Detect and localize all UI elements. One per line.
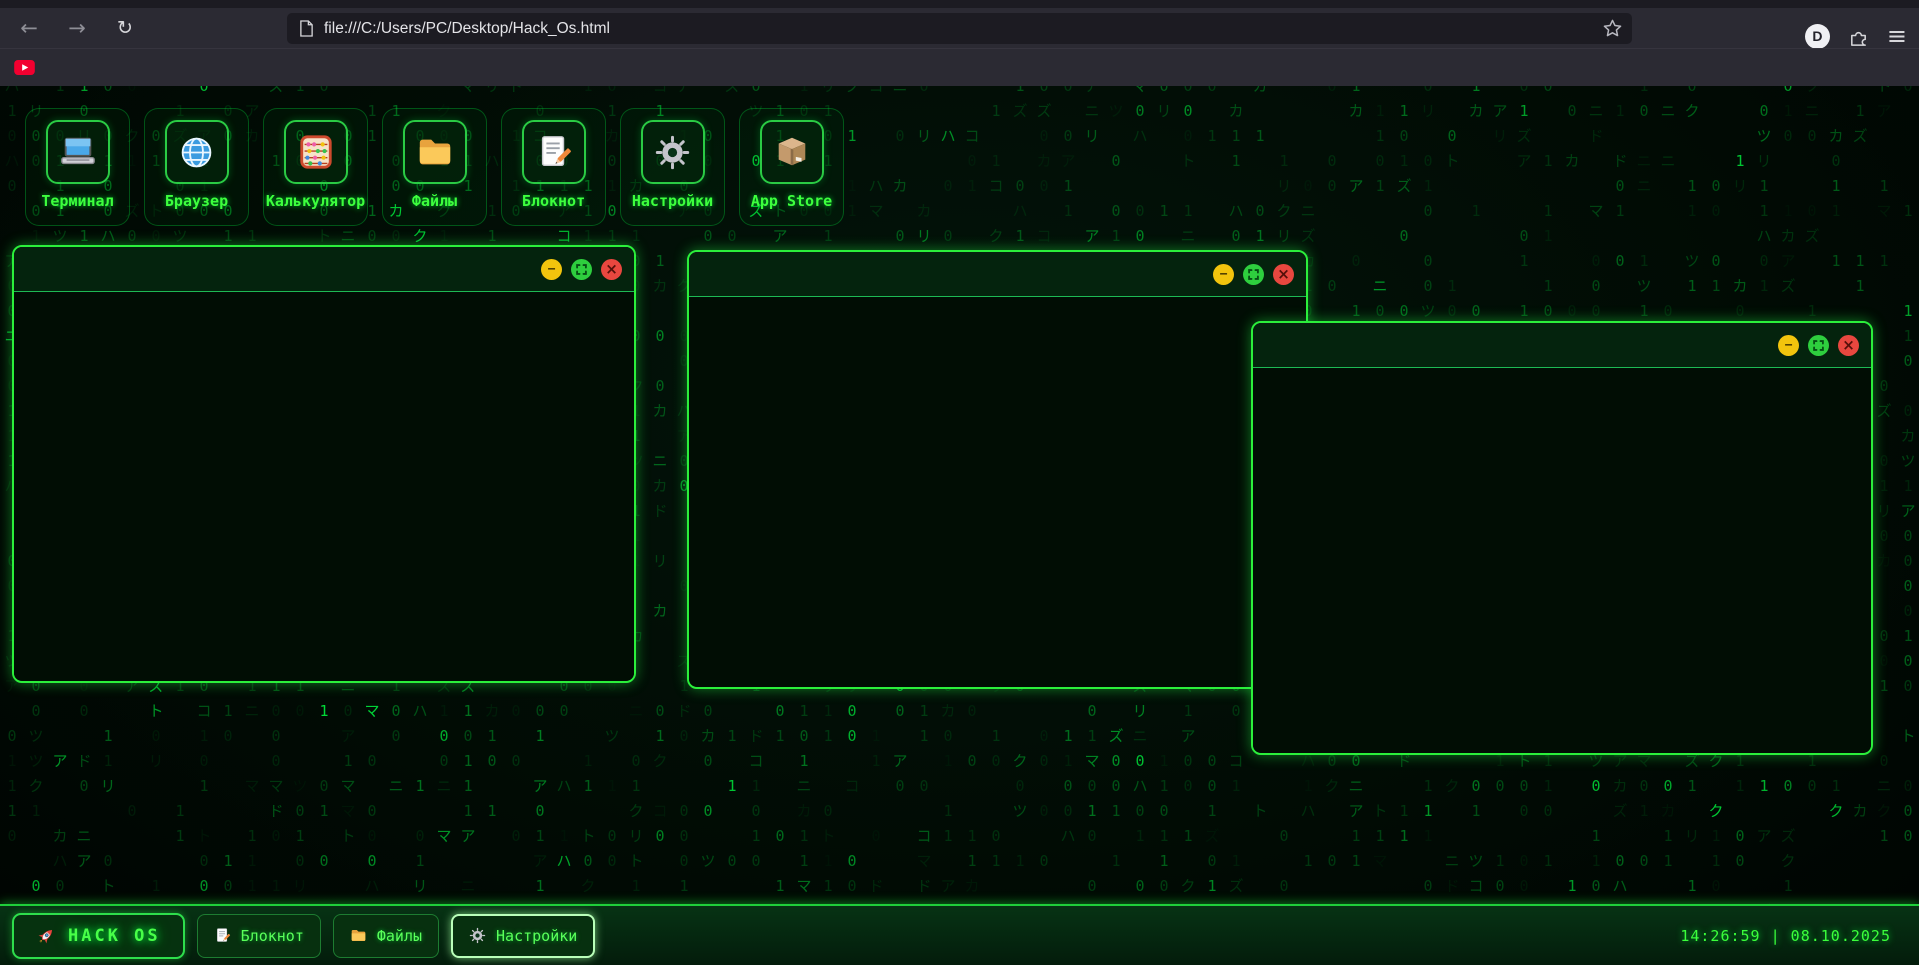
hack-os-desktop: ハ10ハ0 ア00ニ00111ハ 00 1ツア 01110 カ リ00 0111… [0, 86, 1919, 965]
memo-icon [522, 120, 586, 184]
close-button[interactable]: × [601, 259, 622, 280]
globe-icon [165, 120, 229, 184]
taskbar-item-label: Файлы [377, 927, 422, 945]
window-settings: − × [1251, 321, 1873, 755]
folder-icon [403, 120, 467, 184]
gear-icon [641, 120, 705, 184]
window-titlebar[interactable]: − × [1253, 323, 1871, 368]
url-text[interactable]: file:///C:/Users/PC/Desktop/Hack_Os.html [324, 20, 1603, 38]
desktop-icon-calculator[interactable]: Калькулятор [263, 108, 368, 226]
icon-label: Браузер [165, 192, 228, 210]
taskbar: HACK OS Блокнот Файлы Настройки 14:26:59… [0, 904, 1919, 965]
back-icon[interactable]: ← [12, 13, 46, 43]
desktop-icon-terminal[interactable]: Терминал [25, 108, 130, 226]
icon-label: Файлы [412, 192, 457, 210]
laptop-icon [46, 120, 110, 184]
menu-icon[interactable]: ≡ [1887, 22, 1907, 50]
taskbar-item-label: Настройки [496, 927, 577, 945]
icon-label: Блокнот [522, 192, 585, 210]
forward-icon[interactable]: → [60, 13, 94, 43]
start-button[interactable]: HACK OS [12, 913, 185, 959]
taskbar-item-notepad[interactable]: Блокнот [197, 914, 321, 958]
memo-icon [214, 927, 231, 944]
desktop-icon-appstore[interactable]: App Store [739, 108, 844, 226]
abacus-icon [284, 120, 348, 184]
bookmark-star-icon[interactable] [1603, 19, 1622, 38]
window-content [689, 297, 1306, 686]
browser-top-strip [0, 0, 1919, 8]
icon-label: Терминал [41, 192, 113, 210]
page-doc-icon [299, 20, 314, 37]
desktop-icon-browser[interactable]: Браузер [144, 108, 249, 226]
profile-avatar[interactable]: D [1805, 24, 1830, 49]
youtube-bookmark-icon[interactable] [14, 60, 35, 75]
icon-label: Настройки [632, 192, 713, 210]
gear-icon [469, 927, 486, 944]
address-bar[interactable]: file:///C:/Users/PC/Desktop/Hack_Os.html [287, 13, 1632, 44]
taskbar-item-settings[interactable]: Настройки [451, 914, 595, 958]
rocket-icon [36, 926, 56, 946]
window-titlebar[interactable]: − × [14, 247, 634, 292]
bookmarks-bar [0, 48, 1919, 86]
window-files: − × [687, 250, 1308, 689]
desktop-icon-settings[interactable]: Настройки [620, 108, 725, 226]
desktop-icon-row: Терминал Браузер Калькулятор Файлы Блокн… [25, 108, 844, 226]
browser-toolbar: ← → ↻ file:///C:/Users/PC/Desktop/Hack_O… [0, 8, 1919, 48]
window-titlebar[interactable]: − × [689, 252, 1306, 297]
close-button[interactable]: × [1838, 335, 1859, 356]
extensions-icon[interactable] [1848, 26, 1869, 47]
package-icon [760, 120, 824, 184]
window-content [1253, 368, 1871, 752]
maximize-button[interactable] [571, 259, 592, 280]
desktop-icon-notepad[interactable]: Блокнот [501, 108, 606, 226]
window-notepad: − × [12, 245, 636, 683]
maximize-button[interactable] [1243, 264, 1264, 285]
desktop-icon-files[interactable]: Файлы [382, 108, 487, 226]
taskbar-clock: 14:26:59 | 08.10.2025 [1680, 906, 1891, 965]
icon-label: App Store [751, 192, 832, 210]
taskbar-item-label: Блокнот [241, 927, 304, 945]
maximize-button[interactable] [1808, 335, 1829, 356]
minimize-button[interactable]: − [1778, 335, 1799, 356]
refresh-icon[interactable]: ↻ [108, 13, 142, 43]
folder-icon [350, 927, 367, 944]
taskbar-item-files[interactable]: Файлы [333, 914, 439, 958]
minimize-button[interactable]: − [541, 259, 562, 280]
minimize-button[interactable]: − [1213, 264, 1234, 285]
browser-chrome: ← → ↻ file:///C:/Users/PC/Desktop/Hack_O… [0, 0, 1919, 86]
icon-label: Калькулятор [266, 192, 365, 210]
close-button[interactable]: × [1273, 264, 1294, 285]
start-label: HACK OS [68, 926, 161, 946]
window-content [14, 292, 634, 680]
